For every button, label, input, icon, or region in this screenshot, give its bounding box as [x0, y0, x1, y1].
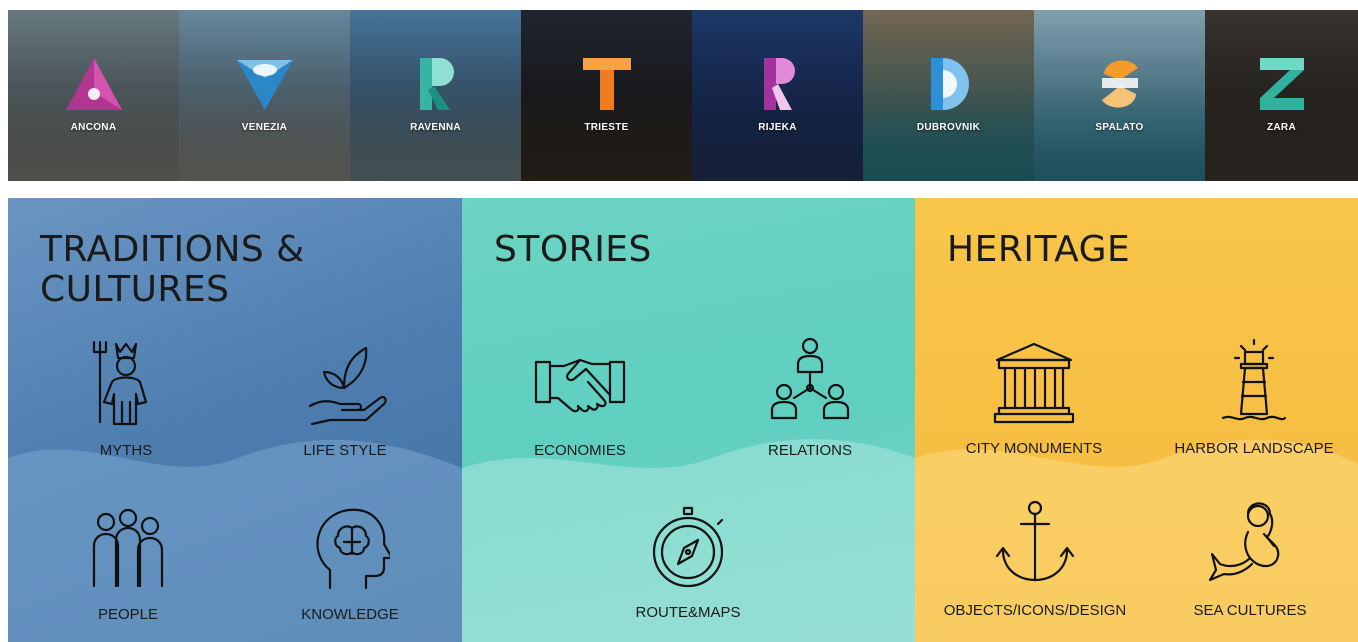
category-economies[interactable]: ECONOMIES — [510, 348, 650, 459]
city-tile-ancona[interactable]: ANCONA — [8, 10, 179, 181]
category-relations[interactable]: RELATIONS — [740, 336, 880, 459]
letter-r-icon — [763, 58, 795, 110]
inverted-triangle-icon — [236, 60, 293, 110]
letter-d-icon — [930, 58, 969, 110]
monument-columns-icon — [993, 342, 1075, 424]
category-objects-icons-design[interactable]: OBJECTS/ICONS/DESIGN — [937, 498, 1133, 619]
city-tile-rijeka[interactable]: RIJEKA — [692, 10, 863, 181]
category-life-style[interactable]: LIFE STYLE — [270, 336, 420, 459]
city-tile-zara[interactable]: ZARA — [1205, 10, 1358, 181]
category-people[interactable]: PEOPLE — [58, 506, 198, 623]
letter-z-icon — [1259, 58, 1304, 110]
neptune-icon — [92, 340, 148, 426]
letter-t-icon — [582, 58, 631, 110]
network-people-icon — [770, 337, 850, 420]
category-label: HARBOR LANDSCAPE — [1174, 440, 1334, 457]
category-label: RELATIONS — [768, 442, 852, 459]
panel-traditions-cultures: TRADITIONS & CULTURES MYTHS LIFE STYLE P… — [8, 198, 462, 642]
category-harbor-landscape[interactable]: HARBOR LANDSCAPE — [1159, 338, 1349, 457]
city-name: RIJEKA — [758, 122, 797, 133]
category-label: KNOWLEDGE — [301, 606, 399, 623]
panel-title: TRADITIONS & CULTURES — [40, 229, 305, 310]
category-label: CITY MONUMENTS — [965, 440, 1103, 457]
mermaid-icon — [1208, 502, 1280, 582]
people-group-icon — [92, 508, 164, 588]
lighthouse-icon — [1221, 338, 1287, 421]
compass-icon — [652, 506, 724, 588]
city-strip: ANCONA VENEZIA RAVENNA TRIESTE RIJEKA DU… — [8, 10, 1358, 181]
category-label: PEOPLE — [97, 606, 159, 623]
city-tile-trieste[interactable]: TRIESTE — [521, 10, 692, 181]
category-sea-cultures[interactable]: SEA CULTURES — [1175, 498, 1325, 619]
category-label: SEA CULTURES — [1193, 602, 1307, 619]
triangle-icon — [65, 58, 122, 110]
city-name: ZARA — [1267, 122, 1296, 133]
category-city-monuments[interactable]: CITY MONUMENTS — [949, 340, 1119, 457]
hand-plant-icon — [308, 346, 387, 426]
city-tile-dubrovnik[interactable]: DUBROVNIK — [863, 10, 1034, 181]
category-label: OBJECTS/ICONS/DESIGN — [943, 602, 1127, 619]
category-panels: TRADITIONS & CULTURES MYTHS LIFE STYLE P… — [8, 198, 1358, 642]
category-label: ECONOMIES — [534, 442, 626, 459]
head-brain-icon — [316, 508, 390, 590]
panel-title: STORIES — [494, 229, 652, 270]
category-label: ROUTE&MAPS — [635, 604, 741, 621]
letter-r-icon — [419, 58, 454, 110]
category-route-maps[interactable]: ROUTE&MAPS — [618, 504, 758, 621]
panel-heritage: HERITAGE CITY MONUMENTS HARBOR LANDSCAPE — [915, 198, 1358, 642]
letter-s-icon — [1101, 60, 1138, 108]
panel-title: HERITAGE — [947, 229, 1131, 270]
city-tile-ravenna[interactable]: RAVENNA — [350, 10, 521, 181]
city-name: RAVENNA — [410, 122, 461, 133]
category-myths[interactable]: MYTHS — [56, 336, 196, 459]
city-name: SPALATO — [1095, 122, 1144, 133]
anchor-icon — [995, 500, 1075, 582]
city-tile-spalato[interactable]: SPALATO — [1034, 10, 1205, 181]
city-name: DUBROVNIK — [916, 122, 981, 133]
city-tile-venezia[interactable]: VENEZIA — [179, 10, 350, 181]
category-label: LIFE STYLE — [303, 442, 387, 459]
category-knowledge[interactable]: KNOWLEDGE — [280, 502, 420, 623]
city-name: ANCONA — [70, 122, 117, 133]
city-name: TRIESTE — [584, 122, 629, 133]
category-label: MYTHS — [99, 442, 153, 459]
city-name: VENEZIA — [241, 122, 288, 133]
panel-stories: STORIES ECONOMIES RELATIONS ROUTE&MAPS — [462, 198, 915, 642]
handshake-icon — [534, 358, 626, 413]
